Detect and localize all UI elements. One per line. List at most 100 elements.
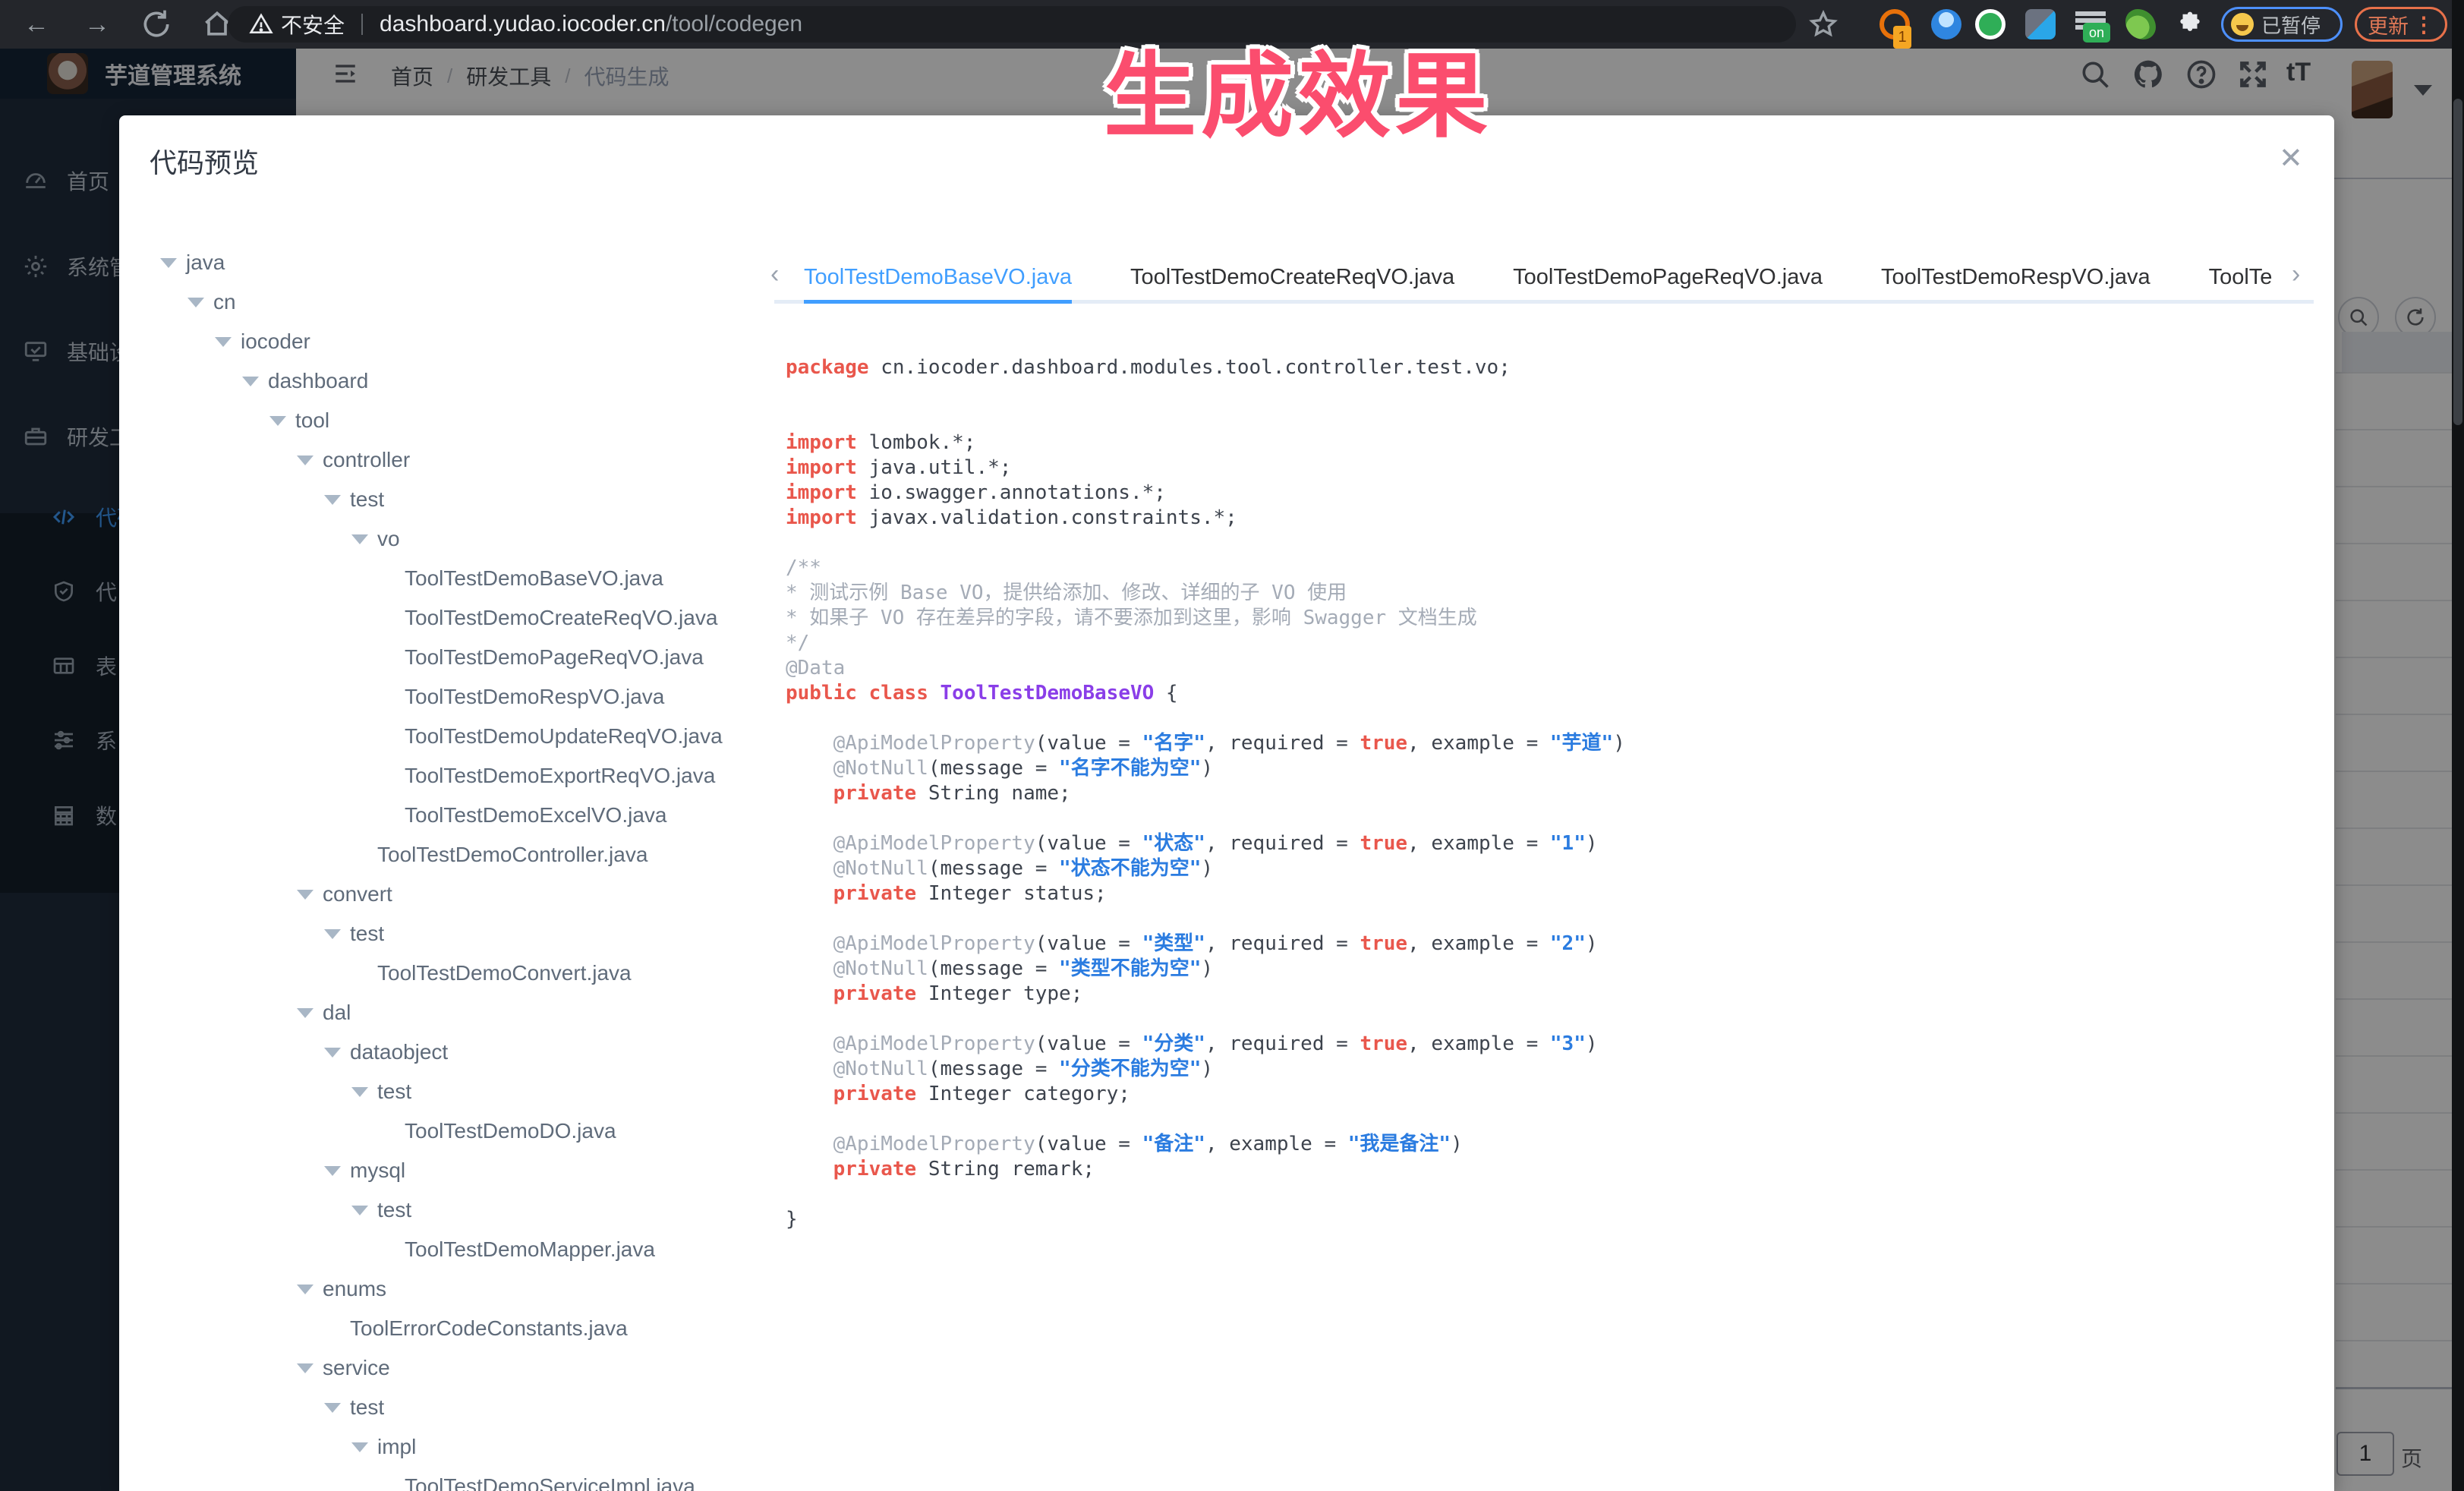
tree-file[interactable]: ToolTestDemoExportReqVO.java (119, 756, 780, 796)
tree-folder[interactable]: convert (119, 875, 780, 914)
tree-folder[interactable]: test (119, 1072, 780, 1111)
extension-drop-icon[interactable] (1931, 9, 1961, 39)
tree-file[interactable]: ToolTestDemoCreateReqVO.java (119, 598, 780, 638)
code-line: @NotNull(message = "类型不能为空") (786, 957, 2273, 982)
code-line: import java.util.*; (786, 455, 2273, 481)
tree-file[interactable]: ToolTestDemoExcelVO.java (119, 796, 780, 835)
tree-file[interactable]: ToolTestDemoConvert.java (119, 954, 780, 993)
tree-folder[interactable]: iocoder (119, 322, 780, 361)
tree-file[interactable]: ToolTestDemoDO.java (119, 1111, 780, 1151)
extension-on-badge: on (2083, 23, 2110, 43)
code-line (786, 405, 2273, 430)
security-warning[interactable]: 不安全 (249, 9, 345, 39)
bookmark-star-icon[interactable] (1808, 9, 1839, 39)
tab-scroll-left-icon[interactable]: ‹ (770, 260, 779, 289)
code-line: import javax.validation.constraints.*; (786, 506, 2273, 531)
caret-down-icon[interactable] (324, 495, 341, 505)
code-line (786, 706, 2273, 731)
extensions-puzzle-icon[interactable] (2176, 11, 2204, 39)
back-icon[interactable]: ← (18, 0, 55, 49)
caret-down-icon[interactable] (297, 1363, 314, 1373)
file-tab-4[interactable]: ToolTe (2209, 251, 2273, 304)
annotation-text: 生成效果 (1025, 21, 1571, 156)
tree-folder[interactable]: java (119, 243, 780, 282)
file-tab-0[interactable]: ToolTestDemoBaseVO.java (804, 251, 1072, 304)
caret-down-icon[interactable] (242, 377, 259, 386)
tree-node-label: dal (323, 1001, 351, 1025)
file-tab-3[interactable]: ToolTestDemoRespVO.java (1881, 251, 2150, 304)
profile-paused-chip[interactable]: 已暂停 (2221, 7, 2343, 42)
code-line: private String name; (786, 781, 2273, 806)
tree-node-label: dashboard (268, 369, 368, 393)
tree-folder[interactable]: enums (119, 1269, 780, 1309)
tree-node-label: ToolTestDemoController.java (377, 843, 648, 867)
caret-down-icon[interactable] (351, 1087, 368, 1097)
tree-folder[interactable]: tool (119, 401, 780, 440)
extension-diamond-icon[interactable] (2025, 9, 2056, 39)
code-line: private Integer status; (786, 881, 2273, 906)
caret-down-icon[interactable] (324, 1048, 341, 1058)
reload-icon[interactable] (140, 0, 176, 49)
caret-down-icon[interactable] (351, 1206, 368, 1215)
code-line: @Data (786, 656, 2273, 681)
tab-scroll-right-icon[interactable]: › (2292, 260, 2300, 289)
tree-folder[interactable]: service (119, 1348, 780, 1388)
forward-icon[interactable]: → (79, 0, 115, 49)
caret-down-icon[interactable] (187, 298, 204, 307)
tree-folder[interactable]: test (119, 914, 780, 954)
caret-down-icon[interactable] (297, 890, 314, 900)
tree-file[interactable]: ToolErrorCodeConstants.java (119, 1309, 780, 1348)
tree-file[interactable]: ToolTestDemoUpdateReqVO.java (119, 717, 780, 756)
tree-folder[interactable]: test (119, 480, 780, 519)
caret-down-icon[interactable] (324, 929, 341, 939)
caret-down-icon[interactable] (324, 1166, 341, 1176)
caret-down-icon[interactable] (351, 1442, 368, 1452)
tree-node-label: ToolTestDemoBaseVO.java (405, 566, 663, 591)
caret-down-icon[interactable] (297, 455, 314, 465)
tree-node-label: ToolErrorCodeConstants.java (350, 1316, 628, 1341)
tree-folder[interactable]: test (119, 1388, 780, 1427)
extension-green-icon[interactable] (1975, 9, 2006, 39)
file-tab-2[interactable]: ToolTestDemoPageReqVO.java (1513, 251, 1823, 304)
tree-file[interactable]: ToolTestDemoMapper.java (119, 1230, 780, 1269)
close-icon[interactable]: ✕ (2279, 144, 2303, 173)
code-line (786, 380, 2273, 405)
tree-folder[interactable]: impl (119, 1427, 780, 1467)
tree-node-label: impl (377, 1435, 416, 1459)
tree-folder[interactable]: controller (119, 440, 780, 480)
caret-down-icon[interactable] (297, 1285, 314, 1294)
file-tab-1[interactable]: ToolTestDemoCreateReqVO.java (1130, 251, 1454, 304)
extension-list-icon[interactable]: on (2075, 9, 2109, 39)
extension-leaf-icon[interactable] (2125, 9, 2156, 39)
caret-down-icon[interactable] (297, 1008, 314, 1018)
extension-orange-icon[interactable]: 1 (1880, 9, 1910, 39)
tree-node-label: service (323, 1356, 390, 1380)
code-line: @ApiModelProperty(value = "备注", example … (786, 1132, 2273, 1157)
tree-node-label: ToolTestDemoConvert.java (377, 961, 632, 985)
tree-folder[interactable]: dashboard (119, 361, 780, 401)
tree-folder[interactable]: mysql (119, 1151, 780, 1190)
chrome-update-button[interactable]: 更新 ⋮ (2355, 7, 2447, 42)
caret-down-icon[interactable] (324, 1403, 341, 1413)
caret-down-icon[interactable] (215, 337, 232, 347)
caret-down-icon[interactable] (269, 416, 286, 426)
tree-folder[interactable]: cn (119, 282, 780, 322)
tree-file[interactable]: ToolTestDemoPageReqVO.java (119, 638, 780, 677)
tree-folder[interactable]: dal (119, 993, 780, 1032)
chrome-menu-kebab-icon[interactable]: ⋮ (2413, 12, 2434, 37)
tree-file[interactable]: ToolTestDemoController.java (119, 835, 780, 875)
tree-folder[interactable]: vo (119, 519, 780, 559)
code-line: */ (786, 631, 2273, 656)
code-line (786, 1007, 2273, 1032)
tree-folder[interactable]: test (119, 1190, 780, 1230)
code-line: private String remark; (786, 1157, 2273, 1182)
tree-file[interactable]: ToolTestDemoBaseVO.java (119, 559, 780, 598)
tree-folder[interactable]: dataobject (119, 1032, 780, 1072)
caret-down-icon[interactable] (160, 258, 177, 268)
tree-node-label: java (186, 251, 225, 275)
tree-node-label: controller (323, 448, 410, 472)
scrollbar-thumb[interactable] (2453, 99, 2462, 425)
caret-down-icon[interactable] (351, 534, 368, 544)
tree-file[interactable]: ToolTestDemoServiceImpl.java (119, 1467, 780, 1491)
tree-file[interactable]: ToolTestDemoRespVO.java (119, 677, 780, 717)
